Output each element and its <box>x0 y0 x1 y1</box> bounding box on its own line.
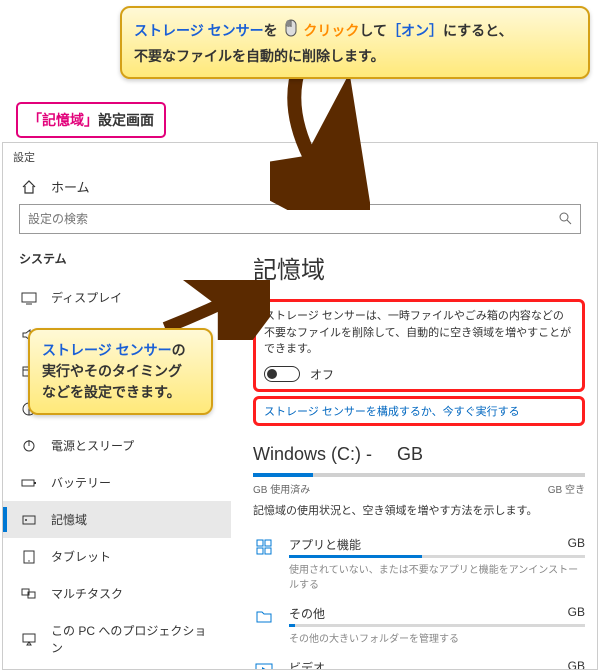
storage-sense-configure-link[interactable]: ストレージ センサーを構成するか、今すぐ実行する <box>264 406 520 418</box>
sidebar-item-label: 記憶域 <box>51 511 87 528</box>
storage-icon <box>21 512 37 528</box>
drive-bar <box>253 473 585 477</box>
storage-item-size: GB <box>568 536 585 553</box>
storage-item-size: GB <box>568 605 585 622</box>
arrow-top <box>270 60 370 210</box>
sidebar-item-projection[interactable]: この PC へのプロジェクション <box>3 612 231 666</box>
content-split: システム ディスプレイ サウンド 通知とアクション 集中モード 電源とスリープ <box>3 244 597 670</box>
callout-top: ストレージ センサーを クリックして［オン］にすると、 不要なファイルを自動的に… <box>120 6 590 79</box>
search-input[interactable] <box>20 208 550 230</box>
drive-desc: 記憶域の使用状況と、空き領域を増やす方法を示します。 <box>253 502 585 518</box>
storage-item[interactable]: アプリと機能 GB 使用されていない、または不要なアプリと機能をアンインストール… <box>253 532 585 601</box>
sidebar-item-label: バッテリー <box>51 474 111 491</box>
drive-used: GB 使用済み <box>253 481 310 496</box>
sidebar-item-label: 電源とスリープ <box>51 437 134 454</box>
storage-item-icon <box>253 605 275 627</box>
callout-text: ストレージ センサー <box>42 342 172 358</box>
sidebar-item-battery[interactable]: バッテリー <box>3 464 231 501</box>
storage-item-icon <box>253 659 275 671</box>
page-label-red: 「記憶域」 <box>28 112 98 128</box>
sidebar-item-label: ディスプレイ <box>51 289 122 306</box>
storage-sense-toggle[interactable] <box>264 366 300 382</box>
home-label: ホーム <box>51 177 90 196</box>
sidebar-item-power[interactable]: 電源とスリープ <box>3 427 231 464</box>
callout-text: ［オン］ <box>387 23 443 39</box>
sidebar-item-tablet[interactable]: タブレット <box>3 538 231 575</box>
drive-title-prefix: Windows (C:) - <box>253 444 372 464</box>
storage-sense-link-box: ストレージ センサーを構成するか、今すぐ実行する <box>253 396 585 426</box>
sidebar-item-label: この PC へのプロジェクション <box>51 622 215 656</box>
power-icon <box>21 438 37 454</box>
search-row <box>3 204 597 244</box>
callout-text: クリック <box>303 23 359 39</box>
tablet-icon <box>21 549 37 565</box>
callout-text: 実行やそのタイミング <box>42 363 182 379</box>
callout-text: ストレージ センサー <box>134 23 264 39</box>
storage-item-label: アプリと機能 <box>289 536 361 553</box>
callout-text: して <box>359 23 387 39</box>
callout-text: の <box>172 342 186 358</box>
storage-item-sub: その他の大きいフォルダーを管理する <box>289 630 585 645</box>
sidebar-item-shared[interactable]: 共有エクスペリエンス <box>3 666 231 670</box>
search-icon <box>550 211 580 228</box>
toggle-state: オフ <box>310 366 334 383</box>
storage-sense-box: ストレージ センサーは、一時ファイルやごみ箱の内容などの不要なファイルを削除して… <box>253 299 585 392</box>
callout-text: などを設定できます。 <box>42 384 181 400</box>
sidebar-title: システム <box>3 244 231 279</box>
callout-left: ストレージ センサーの 実行やそのタイミング などを設定できます。 <box>28 328 213 415</box>
drive-free: GB 空き <box>548 481 585 496</box>
multitask-icon <box>21 586 37 602</box>
page-label: 「記憶域」設定画面 <box>16 102 166 138</box>
home-icon <box>21 179 37 195</box>
storage-list: アプリと機能 GB 使用されていない、または不要なアプリと機能をアンインストール… <box>253 532 585 671</box>
sidebar-item-label: マルチタスク <box>51 585 123 602</box>
drive-title: Windows (C:) - GB <box>253 444 585 465</box>
callout-text: を <box>264 23 278 39</box>
storage-item-label: ビデオ <box>289 659 325 671</box>
storage-item[interactable]: その他 GB その他の大きいフォルダーを管理する <box>253 601 585 655</box>
page-title: 記憶域 <box>253 250 585 285</box>
battery-icon <box>21 475 37 491</box>
page-label-rest: 設定画面 <box>98 112 154 128</box>
callout-text: にすると、 <box>443 23 513 39</box>
storage-item[interactable]: ビデオ GB ビデオ フォルダーを管理する <box>253 655 585 671</box>
storage-item-size: GB <box>568 659 585 671</box>
display-icon <box>21 290 37 306</box>
sidebar-item-storage[interactable]: 記憶域 <box>3 501 231 538</box>
callout-text: 不要なファイルを自動的に削除します。 <box>134 48 385 64</box>
toggle-row: オフ <box>264 366 574 383</box>
storage-item-bar <box>289 624 585 627</box>
main: 記憶域 ストレージ センサーは、一時ファイルやごみ箱の内容などの不要なファイルを… <box>231 244 597 670</box>
mouse-icon <box>282 18 300 46</box>
sidebar-item-label: タブレット <box>51 548 111 565</box>
sidebar-item-multitask[interactable]: マルチタスク <box>3 575 231 612</box>
drive-title-suffix: GB <box>397 444 423 464</box>
storage-item-bar <box>289 555 585 558</box>
storage-item-icon <box>253 536 275 558</box>
storage-sense-desc: ストレージ センサーは、一時ファイルやごみ箱の内容などの不要なファイルを削除して… <box>264 308 574 358</box>
projection-icon <box>21 631 37 647</box>
storage-item-label: その他 <box>289 605 325 622</box>
storage-item-sub: 使用されていない、または不要なアプリと機能をアンインストールする <box>289 561 585 591</box>
drive-labels: GB 使用済み GB 空き <box>253 481 585 496</box>
